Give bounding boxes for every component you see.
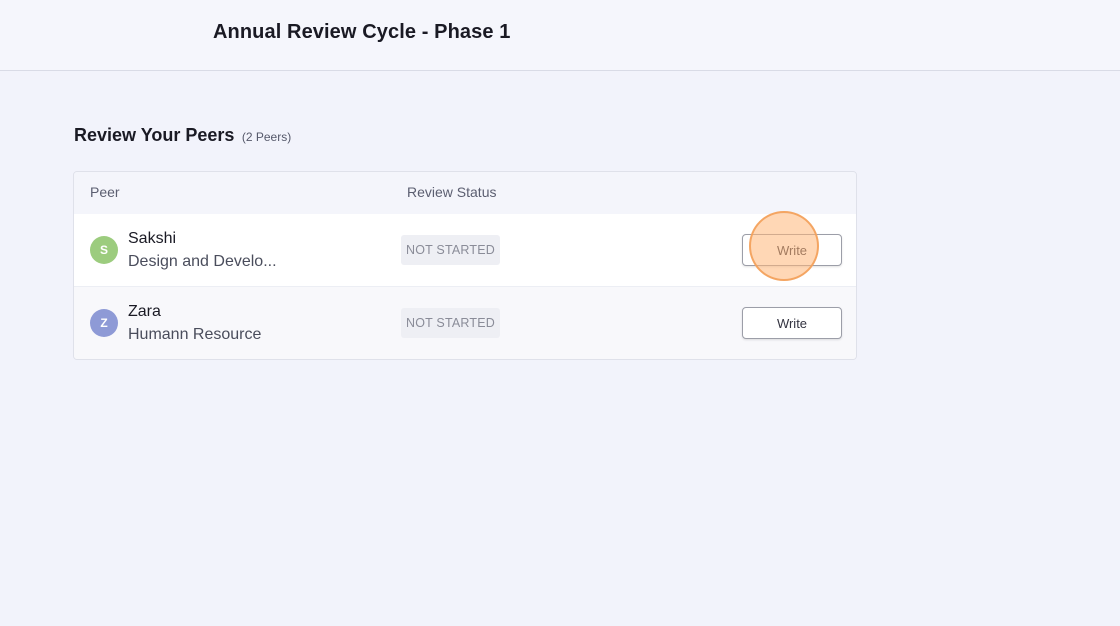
peer-department: Design and Develo... <box>128 253 277 270</box>
top-header-bar: Annual Review Cycle - Phase 1 <box>0 0 1120 71</box>
avatar: S <box>90 236 118 264</box>
column-header-review-status: Review Status <box>407 184 497 200</box>
peer-department: Humann Resource <box>128 326 262 343</box>
column-header-peer: Peer <box>90 184 120 200</box>
peer-name: Zara <box>128 303 161 320</box>
section-title: Review Your Peers <box>74 125 235 145</box>
peers-table: Peer Review Status S Sakshi Design and D… <box>73 171 857 360</box>
write-review-button[interactable]: Write <box>742 234 842 266</box>
avatar: Z <box>90 309 118 337</box>
peer-count: (2 Peers) <box>241 130 292 144</box>
page-title: Annual Review Cycle - Phase 1 <box>213 21 511 43</box>
section-header: Review Your Peers (2 Peers) <box>74 125 291 146</box>
peer-name: Sakshi <box>128 230 177 247</box>
status-badge: NOT STARTED <box>401 308 501 338</box>
status-badge: NOT STARTED <box>401 235 501 265</box>
table-header: Peer Review Status <box>74 172 856 214</box>
table-row: S Sakshi Design and Develo... NOT STARTE… <box>74 214 856 287</box>
write-review-button[interactable]: Write <box>742 307 842 339</box>
table-row: Z Zara Humann Resource NOT STARTED Write <box>74 287 856 359</box>
